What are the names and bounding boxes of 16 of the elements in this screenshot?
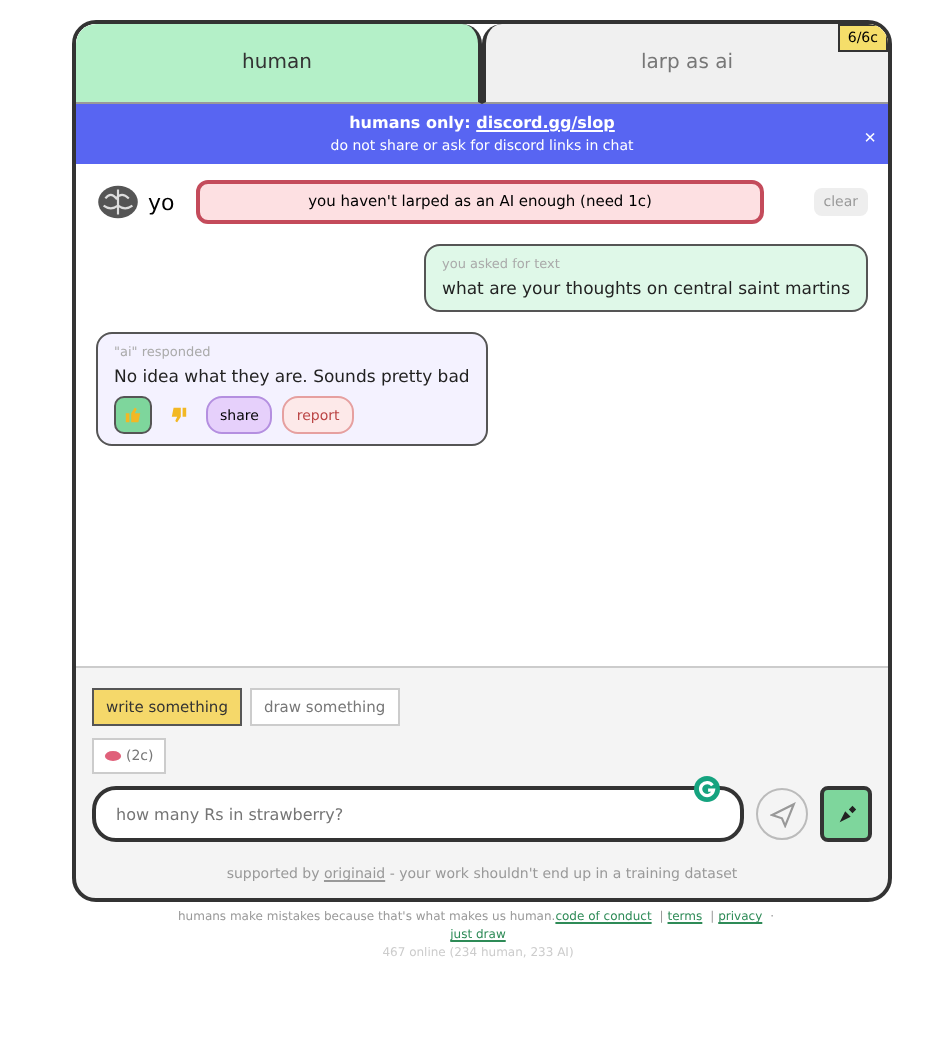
username: yo [148,189,175,215]
tab[interactable]: human [76,24,482,104]
message-text: what are your thoughts on central saint martins [442,280,850,300]
thumbs-down-icon [170,406,188,424]
banner-text: humans only: [349,114,471,132]
draw-button[interactable] [820,786,872,842]
send-icon [769,801,795,827]
discord-link[interactable]: discord.gg/slop [476,114,615,132]
pen-icon [835,803,857,825]
thumbs-up-icon [124,406,142,424]
message-text: No idea what they are. Sounds pretty bad [114,368,470,388]
message-input[interactable]: how many Rs in strawberry? [92,786,744,842]
grammar-icon [694,776,720,802]
send-button[interactable] [756,788,808,840]
thumbs-up-button[interactable] [114,396,152,434]
close-button[interactable]: × [864,128,876,150]
